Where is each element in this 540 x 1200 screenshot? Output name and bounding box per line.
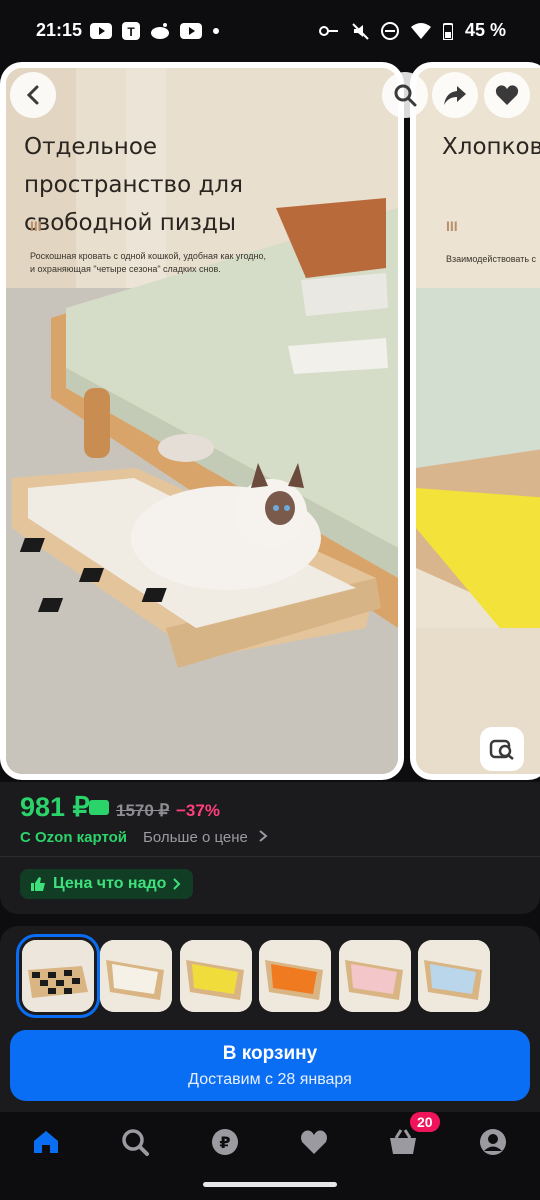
promo-title: Отдельное пространство для свободной пиз…	[24, 134, 243, 236]
battery-icon	[442, 22, 453, 40]
youtube-icon	[90, 23, 112, 39]
thumbnail-image	[259, 940, 331, 1012]
ruble-icon: ₽	[212, 1129, 238, 1155]
divider	[0, 856, 540, 857]
gallery-card-main[interactable]: Отдельное пространство для свободной пиз…	[0, 62, 404, 780]
nav-profile[interactable]	[473, 1122, 513, 1162]
thumbnail-checkered[interactable]	[16, 934, 100, 1018]
product-gallery[interactable]: Отдельное пространство для свободной пиз…	[0, 62, 540, 782]
gallery-card-next[interactable]: Хлопковые и удобные III Взаимодействоват…	[410, 62, 540, 780]
thumbs-up-icon	[31, 877, 45, 891]
thumbnail-image	[418, 940, 490, 1012]
key-icon	[318, 25, 338, 36]
thumbnail-image	[22, 940, 94, 1012]
promo-title-next: Хлопковые и удобные	[442, 134, 540, 160]
share-button[interactable]	[432, 72, 478, 118]
favorite-button[interactable]	[484, 72, 530, 118]
home-icon	[34, 1131, 58, 1153]
product-illustration-next	[416, 68, 540, 774]
promo-subtitle-next: Взаимодействовать с	[446, 254, 537, 264]
thumbnail-orange[interactable]	[259, 940, 331, 1012]
visual-search-button[interactable]	[480, 727, 524, 771]
product-photo-main: Отдельное пространство для свободной пиз…	[6, 68, 398, 774]
thumbnail-image	[100, 940, 172, 1012]
nav-search[interactable]	[115, 1122, 155, 1162]
more-about-price-link[interactable]: Больше о цене	[143, 829, 268, 846]
back-button[interactable]	[10, 72, 56, 118]
cart-bar: В корзину Доставим с 28 января	[0, 1018, 540, 1113]
nav-favorites[interactable]	[294, 1122, 334, 1162]
nav-finance[interactable]: ₽	[205, 1122, 245, 1162]
youtube-icon	[180, 23, 202, 39]
back-icon	[26, 85, 39, 105]
status-time: 21:15	[36, 20, 83, 40]
battery-level: 45 %	[464, 20, 506, 40]
price-section: 981 ₽ 1570 ₽ −37% С Ozon картой Больше о…	[0, 782, 540, 914]
wifi-icon	[410, 22, 431, 39]
product-photo-next: Хлопковые и удобные III Взаимодействоват…	[416, 68, 540, 774]
nav-home[interactable]	[26, 1122, 66, 1162]
promo-subtitle: Роскошная кровать с одной кошкой, удобна…	[30, 251, 267, 274]
system-icons: 45 %	[318, 20, 506, 41]
current-price: 981 ₽	[20, 792, 90, 822]
tinkoff-icon: T	[122, 22, 140, 40]
svg-text:₽: ₽	[219, 1133, 230, 1152]
ozon-card-icon	[89, 800, 109, 815]
good-price-badge[interactable]: Цена что надо	[20, 869, 194, 899]
home-indicator	[203, 1182, 337, 1187]
search-icon	[122, 1129, 149, 1156]
promo-mark: III	[30, 218, 42, 234]
variant-thumbnails	[0, 926, 540, 1026]
thumbnail-pink[interactable]	[339, 940, 411, 1012]
delivery-date: Доставим с 28 января	[188, 1070, 352, 1088]
thumbnail-beige[interactable]	[100, 940, 172, 1012]
thumbnail-yellow[interactable]	[180, 940, 252, 1012]
share-icon	[444, 86, 466, 105]
heart-icon	[301, 1130, 327, 1154]
mute-icon	[352, 22, 369, 40]
discount-percent: −37%	[176, 801, 220, 820]
cart-count-badge: 20	[410, 1112, 440, 1132]
dnd-icon	[380, 21, 399, 40]
notification-icons: T	[90, 22, 220, 40]
search-icon	[394, 84, 417, 107]
search-button[interactable]	[382, 72, 428, 118]
thumbnail-image	[180, 940, 252, 1012]
svg-text:T: T	[127, 25, 135, 39]
more-about-price-label: Больше о цене	[143, 829, 248, 846]
profile-icon	[480, 1129, 506, 1155]
old-price: 1570 ₽	[116, 801, 170, 820]
chevron-right-icon	[259, 830, 268, 842]
chevron-right-icon	[173, 878, 181, 890]
status-bar: 21:15 T 45 %	[0, 0, 540, 62]
basket-icon	[390, 1129, 416, 1154]
thumbnail-image	[339, 940, 411, 1012]
add-to-cart-button[interactable]: В корзину Доставим с 28 января	[10, 1030, 530, 1101]
ozon-card-label: С Ozon картой	[20, 829, 128, 846]
reddit-icon	[151, 23, 169, 39]
visual-search-icon	[489, 739, 514, 760]
add-to-cart-label: В корзину	[222, 1042, 318, 1064]
more-notifications-icon	[213, 28, 219, 34]
good-price-label: Цена что надо	[53, 875, 167, 892]
heart-icon	[495, 85, 519, 105]
thumbnail-blue[interactable]	[418, 940, 490, 1012]
promo-mark-next: III	[446, 218, 458, 234]
